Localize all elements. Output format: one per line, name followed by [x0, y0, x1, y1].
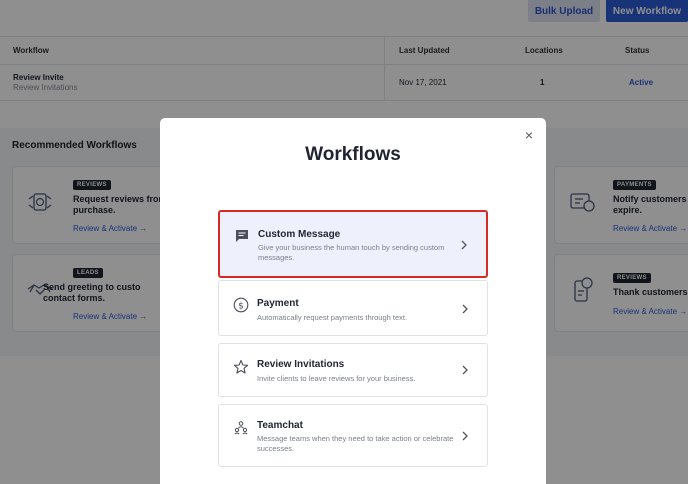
chevron-right-icon	[461, 240, 467, 250]
close-icon[interactable]: ×	[522, 128, 536, 142]
svg-text:$: $	[238, 301, 244, 311]
dollar-icon: $	[233, 297, 249, 313]
chevron-right-icon	[462, 365, 468, 375]
workflow-option-description: Automatically request payments through t…	[257, 313, 408, 322]
workflow-option-label: Payment	[257, 298, 299, 309]
modal-title: Workflows	[305, 144, 401, 165]
workflows-modal: × Workflows Custom Message Give your bus…	[160, 118, 546, 484]
workflow-option-label: Review Invitations	[257, 359, 345, 370]
workflow-option-description: Invite clients to leave reviews for your…	[257, 374, 416, 383]
workflow-option-label: Teamchat	[257, 420, 303, 431]
star-icon	[233, 359, 249, 374]
workflow-option-teamchat[interactable]: Teamchat Message teams when they need to…	[218, 404, 488, 467]
workflow-option-description: Message teams when they need to take act…	[257, 434, 454, 453]
workflow-option-label: Custom Message	[258, 229, 341, 240]
message-icon	[236, 230, 248, 242]
workflow-option-description: Give your business the human touch by se…	[258, 243, 445, 262]
chevron-right-icon	[462, 431, 468, 441]
team-icon	[234, 421, 248, 435]
workflow-option-review-invitations[interactable]: Review Invitations Invite clients to lea…	[218, 343, 488, 397]
workflow-option-payment[interactable]: $ Payment Automatically request payments…	[218, 280, 488, 336]
chevron-right-icon	[462, 304, 468, 314]
workflow-option-custom-message[interactable]: Custom Message Give your business the hu…	[218, 210, 488, 278]
